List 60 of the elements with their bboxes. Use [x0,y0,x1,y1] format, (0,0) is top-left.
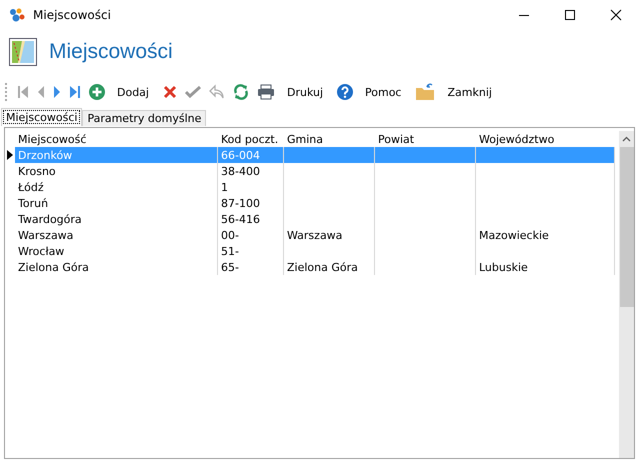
table-cell: Krosno [18,164,56,178]
table-row[interactable]: Twardogóra 56-416 [5,211,615,227]
table-row[interactable]: Zielona Góra 65- Zielona Góra Lubuskie [5,259,615,275]
scrollbar[interactable] [619,131,634,458]
toolbar-button[interactable]: Drukuj [254,82,326,102]
check-icon [184,85,201,99]
table-cell: 66-004 [221,148,260,162]
tab[interactable]: Miejscowości [1,108,82,126]
column-header[interactable]: Miejscowość [15,131,218,147]
scroll-up-icon[interactable] [622,136,631,142]
table-cell: Twardogóra [18,212,82,226]
table-cell: Mazowieckie [479,228,549,242]
window-title: Miejscowości [33,8,111,22]
app-icon [9,8,25,22]
column-header[interactable]: Powiat [375,131,476,147]
close-icon[interactable] [610,9,622,21]
tab[interactable]: Parametry domyślne [82,110,206,126]
table-cell: Zielona Góra [18,260,89,274]
table-row[interactable]: Toruń 87-100 [5,195,615,211]
help-icon [337,84,354,100]
maximize-icon[interactable] [564,9,576,21]
table-cell: Warszawa [287,228,342,242]
table-row[interactable]: Łódź 1 [5,179,615,195]
table-row[interactable]: Warszawa 00- Warszawa Mazowieckie [5,227,615,243]
last-icon [69,85,81,99]
current-row-icon [7,150,13,160]
toolbar-button[interactable]: Pomoc [334,82,404,102]
plus-icon [89,84,105,100]
page-title: Miejscowości [49,40,173,64]
toolbar-button[interactable]: Dodaj [86,82,152,102]
delete-icon [162,85,177,99]
table-cell: Wrocław [18,244,64,258]
scrollbar-thumb[interactable] [620,147,634,307]
right-triangle-icon [53,85,61,99]
table-cell: 56-416 [221,212,260,226]
table-cell: Zielona Góra [287,260,358,274]
table-cell: Lubuskie [479,260,528,274]
table-cell: Drzonków [18,148,72,162]
column-header[interactable]: Województwo [476,131,615,147]
table-cell: 87-100 [221,196,260,210]
first-icon [17,85,29,99]
table-cell: 65- [221,260,239,274]
column-header[interactable]: Kod poczt. [218,131,284,147]
table-cell: Warszawa [18,228,74,242]
printer-icon [256,84,275,100]
refresh-icon [232,84,249,100]
table-cell: 51- [221,244,239,258]
toolbar-button[interactable]: Zamknij [412,81,495,103]
undo-icon [208,84,225,100]
folder-icon [415,83,436,101]
table-cell: 00- [221,228,239,242]
table-cell: Toruń [18,196,48,210]
table-cell: 1 [221,180,228,194]
column-header[interactable]: Gmina [284,131,375,147]
left-triangle-icon [37,85,45,99]
table-row[interactable]: Krosno 38-400 [5,163,615,179]
map-icon [9,38,37,66]
table-cell: Łódź [18,180,44,194]
table-row[interactable]: Wrocław 51- [5,243,615,259]
table-cell: 38-400 [221,164,260,178]
